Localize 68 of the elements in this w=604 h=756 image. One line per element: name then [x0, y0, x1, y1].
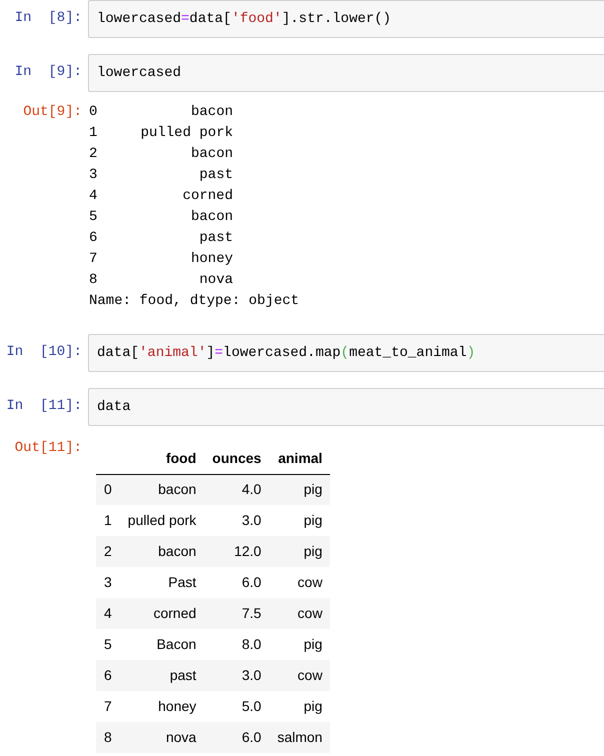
table-cell: past: [170, 667, 196, 683]
row-index: 3: [104, 574, 112, 590]
table-cell: Bacon: [156, 636, 196, 652]
series-index: 7: [89, 250, 98, 269]
table-cell: cow: [298, 605, 322, 621]
series-index: 3: [89, 166, 98, 185]
row-index: 6: [104, 667, 112, 683]
series-value: pulled pork: [140, 124, 233, 143]
series-index: 6: [89, 229, 98, 248]
series-value: past: [199, 166, 233, 185]
table-cell: bacon: [158, 543, 196, 559]
table-cell: cow: [298, 574, 322, 590]
series-index: 8: [89, 271, 98, 290]
input-prompt: In [10]:: [6, 343, 82, 362]
series-value: bacon: [190, 145, 233, 164]
series-value: bacon: [190, 103, 233, 122]
table-cell: 6.0: [242, 574, 262, 590]
table-cell: 7.5: [242, 605, 262, 621]
table-cell: 3.0: [242, 667, 262, 683]
series-index: 4: [89, 187, 98, 206]
series-value: honey: [190, 250, 233, 269]
output-prompt: Out[11]:: [14, 439, 82, 458]
table-cell: 4.0: [242, 481, 262, 498]
row-index: 4: [104, 605, 112, 621]
column-header: animal: [278, 450, 322, 466]
series-index: 0: [89, 103, 98, 122]
table-cell: Past: [168, 574, 196, 590]
table-cell: pig: [304, 512, 322, 528]
code-cell[interactable]: data['animal']=lowercased.map(meat_to_animal): [88, 334, 604, 372]
table-cell: 8.0: [242, 636, 262, 652]
row-index: 1: [104, 512, 112, 528]
series-value: corned: [182, 187, 233, 206]
series-index: 1: [89, 124, 98, 143]
input-prompt: In [11]:: [6, 397, 82, 416]
row-index: 0: [104, 481, 112, 498]
input-prompt: In [9]:: [14, 63, 82, 82]
row-index: 7: [104, 698, 112, 714]
column-header: food: [166, 450, 196, 466]
column-header: ounces: [212, 450, 262, 466]
input-prompt: In [8]:: [14, 9, 82, 28]
table-cell: pulled pork: [128, 512, 196, 528]
row-index: 8: [104, 729, 112, 745]
table-cell: corned: [153, 605, 196, 621]
row-index: 2: [104, 543, 112, 559]
table-cell: cow: [298, 667, 322, 683]
series-value: bacon: [190, 208, 233, 227]
series-index: 2: [89, 145, 98, 164]
code-cell[interactable]: lowercased=data['food'].str.lower(): [88, 0, 604, 38]
table-cell: 3.0: [242, 512, 262, 528]
table-cell: 12.0: [234, 543, 262, 559]
table-cell: pig: [304, 636, 322, 652]
series-index: 5: [89, 208, 98, 227]
row-index: 5: [104, 636, 112, 652]
table-cell: honey: [158, 698, 196, 714]
table-cell: pig: [304, 481, 322, 498]
table-cell: nova: [166, 729, 196, 745]
series-footer: Name: food, dtype: object: [89, 291, 300, 312]
code-cell[interactable]: lowercased: [88, 54, 604, 92]
table-cell: 5.0: [242, 698, 262, 714]
table-cell: pig: [304, 543, 322, 559]
table-cell: pig: [304, 698, 322, 714]
series-value: nova: [199, 271, 233, 290]
code-cell[interactable]: data: [88, 388, 604, 426]
output-prompt: Out[9]:: [23, 103, 82, 122]
table-cell: bacon: [158, 481, 196, 498]
series-value: past: [199, 229, 233, 248]
table-cell: salmon: [277, 729, 322, 745]
table-cell: 6.0: [242, 729, 262, 745]
